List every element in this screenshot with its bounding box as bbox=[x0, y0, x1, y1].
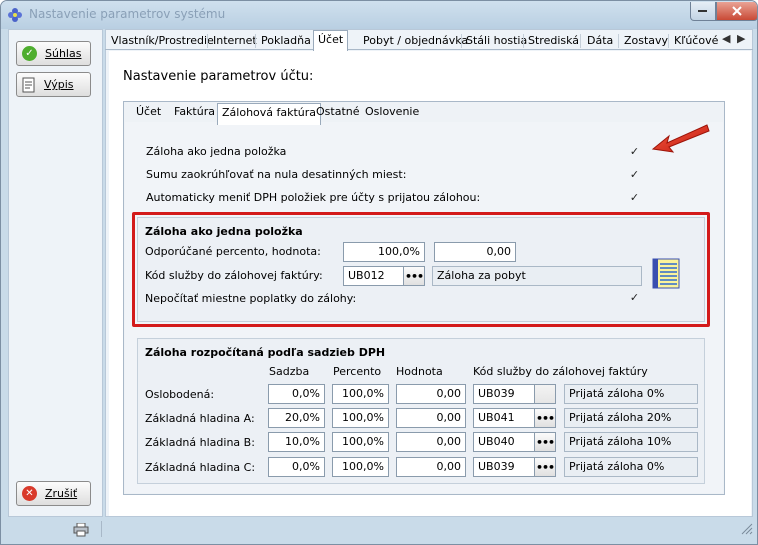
top-tab-strip: Vlastník/Prostredie Internet Pokladňa Úč… bbox=[105, 30, 753, 51]
window-title: Nastavenie parametrov systému bbox=[29, 7, 226, 21]
column-amount: Hodnota bbox=[396, 365, 443, 378]
app-flower-icon bbox=[8, 8, 22, 22]
tab-data[interactable]: Dáta bbox=[587, 32, 613, 50]
tab-cash-register[interactable]: Pokladňa bbox=[261, 32, 311, 50]
tab-keys[interactable]: Kľúčové bbox=[674, 32, 718, 50]
column-rate: Sadzba bbox=[269, 365, 310, 378]
document-icon bbox=[22, 77, 35, 92]
vat-code-input[interactable]: UB041 bbox=[473, 408, 535, 428]
red-arrow-annotation bbox=[651, 124, 710, 153]
left-action-pane bbox=[8, 29, 103, 517]
vat-code-input[interactable]: UB039 bbox=[473, 384, 535, 404]
report-button-label: Výpis bbox=[44, 78, 74, 91]
vat-rate-input[interactable]: 0,0% bbox=[268, 384, 325, 404]
column-percent: Percento bbox=[333, 365, 382, 378]
vat-code-input[interactable]: UB040 bbox=[473, 432, 535, 452]
vat-row-label: Základná hladina A: bbox=[145, 412, 255, 425]
vat-amount-input[interactable]: 0,00 bbox=[396, 457, 466, 477]
close-button[interactable] bbox=[716, 2, 757, 21]
option-single-item-label: Záloha ako jedna položka bbox=[146, 145, 287, 158]
vat-code-browse-button[interactable] bbox=[534, 384, 556, 404]
subtab-advance-invoice[interactable]: Zálohová faktúra bbox=[217, 103, 322, 125]
red-highlight-box bbox=[132, 212, 710, 327]
agree-button-label: Súhlas bbox=[45, 47, 82, 60]
vat-code-input[interactable]: UB039 bbox=[473, 457, 535, 477]
status-bar bbox=[1, 519, 757, 544]
subtab-account[interactable]: Účet bbox=[136, 105, 161, 118]
vat-service-name-field: Prijatá záloha 10% bbox=[564, 432, 698, 452]
vat-rate-input[interactable]: 20,0% bbox=[268, 408, 325, 428]
vat-percent-input[interactable]: 100,0% bbox=[332, 384, 389, 404]
tab-scroll-right-icon[interactable]: ▶ bbox=[737, 32, 745, 48]
vat-rate-input[interactable]: 0,0% bbox=[268, 457, 325, 477]
option-rounding-label: Sumu zaokrúhľovať na nula desatinných mi… bbox=[146, 168, 407, 181]
cancel-button[interactable]: ✕ Zrušiť bbox=[16, 481, 91, 506]
resize-grip-icon[interactable] bbox=[739, 521, 753, 535]
tab-regular-guests[interactable]: Stáli hostia bbox=[466, 32, 527, 50]
vat-amount-input[interactable]: 0,00 bbox=[396, 408, 466, 428]
minimize-icon bbox=[698, 10, 707, 12]
vat-service-name-field: Prijatá záloha 0% bbox=[564, 384, 698, 404]
printer-icon[interactable] bbox=[73, 523, 89, 537]
cancel-icon: ✕ bbox=[22, 486, 37, 501]
tab-scroll-left-icon[interactable]: ◀ bbox=[722, 32, 730, 48]
tab-owner-environment[interactable]: Vlastník/Prostredie bbox=[111, 32, 214, 50]
vat-percent-input[interactable]: 100,0% bbox=[332, 408, 389, 428]
vat-row-label: Základná hladina B: bbox=[145, 436, 255, 449]
vat-row-label: Základná hladina C: bbox=[145, 461, 256, 474]
vat-code-browse-button[interactable]: ••• bbox=[534, 457, 556, 477]
cancel-button-label: Zrušiť bbox=[45, 487, 78, 500]
subtab-salutation[interactable]: Oslovenie bbox=[365, 105, 419, 118]
page-title: Nastavenie parametrov účtu: bbox=[123, 69, 314, 84]
option-rounding-checkbox[interactable]: ✓ bbox=[628, 168, 641, 181]
vat-percent-input[interactable]: 100,0% bbox=[332, 457, 389, 477]
subtab-other[interactable]: Ostatné bbox=[316, 105, 360, 118]
vat-service-name-field: Prijatá záloha 0% bbox=[564, 457, 698, 477]
close-icon bbox=[732, 6, 742, 16]
option-single-item-checkbox[interactable]: ✓ bbox=[628, 145, 641, 158]
vat-service-name-field: Prijatá záloha 20% bbox=[564, 408, 698, 428]
vat-amount-input[interactable]: 0,00 bbox=[396, 384, 466, 404]
option-auto-vat-label: Automaticky meniť DPH položiek pre účty … bbox=[146, 191, 481, 204]
settings-window: Nastavenie parametrov systému ✓ Súhlas V… bbox=[0, 0, 758, 545]
minimize-button[interactable] bbox=[690, 2, 716, 21]
vat-amount-input[interactable]: 0,00 bbox=[396, 432, 466, 452]
subtab-invoice[interactable]: Faktúra bbox=[174, 105, 215, 118]
option-auto-vat-checkbox[interactable]: ✓ bbox=[628, 191, 641, 204]
vat-split-group-title: Záloha rozpočítaná podľa sadzieb DPH bbox=[145, 346, 386, 359]
tab-cost-centers[interactable]: Strediská bbox=[528, 32, 579, 50]
check-icon: ✓ bbox=[22, 46, 37, 61]
vat-code-browse-button[interactable]: ••• bbox=[534, 408, 556, 428]
vat-percent-input[interactable]: 100,0% bbox=[332, 432, 389, 452]
vat-rate-input[interactable]: 10,0% bbox=[268, 432, 325, 452]
vat-code-browse-button[interactable]: ••• bbox=[534, 432, 556, 452]
report-button[interactable]: Výpis bbox=[16, 72, 91, 97]
title-bar[interactable]: Nastavenie parametrov systému bbox=[1, 1, 757, 29]
tab-account[interactable]: Účet bbox=[313, 30, 349, 51]
agree-button[interactable]: ✓ Súhlas bbox=[16, 41, 91, 66]
tab-internet[interactable]: Internet bbox=[213, 32, 257, 50]
column-service-code: Kód služby do zálohovej faktúry bbox=[473, 365, 648, 378]
tab-reports[interactable]: Zostavy bbox=[624, 32, 668, 50]
vat-row-label: Oslobodená: bbox=[145, 388, 215, 401]
tab-stay-order[interactable]: Pobyt / objednávka bbox=[363, 32, 468, 50]
